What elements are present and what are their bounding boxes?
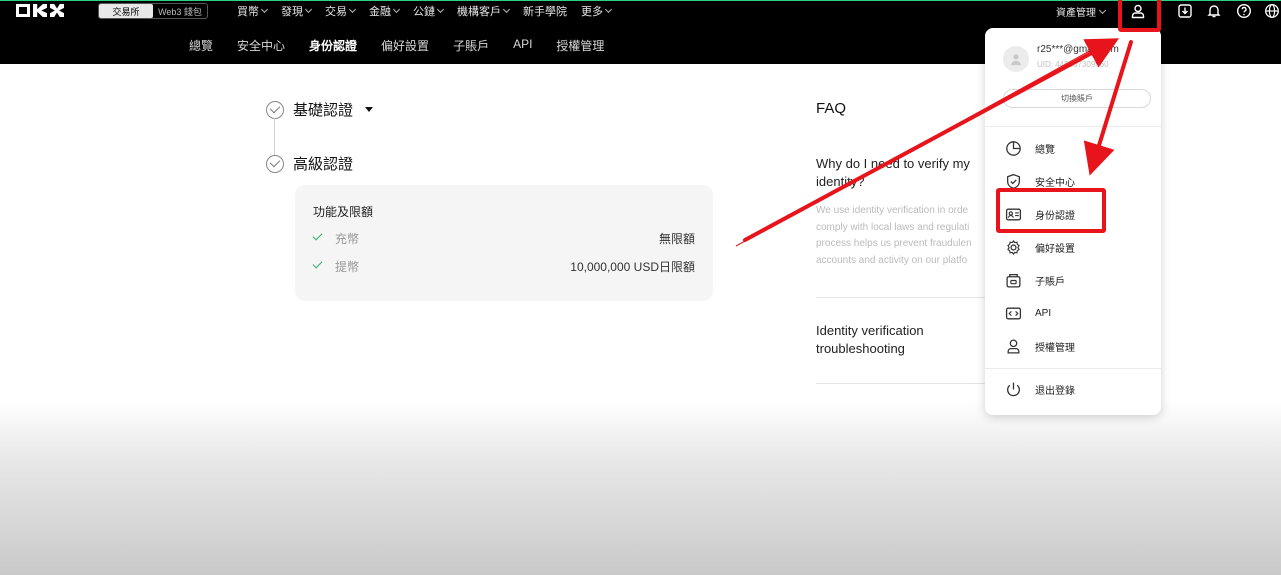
pie-chart-icon	[1006, 140, 1021, 156]
menu-buy-crypto[interactable]: 買幣	[237, 3, 269, 19]
advanced-verification-label: 高級認證	[293, 156, 354, 173]
tab-security-center[interactable]: 安全中心	[237, 37, 285, 54]
menu-academy[interactable]: 新手學院	[523, 3, 567, 19]
chevron-down-icon	[436, 5, 445, 14]
tab-sub-accounts[interactable]: 子賬戶	[453, 37, 489, 54]
asset-management-menu[interactable]: 資產管理	[1056, 4, 1107, 19]
feature-row-withdraw: 提幣 10,000,000 USD日限額	[312, 258, 695, 274]
chevron-down-icon	[260, 5, 269, 14]
faq-answer-why-verify: We use identity verification in orde com…	[816, 205, 972, 266]
faq-divider	[816, 383, 986, 384]
tab-identity-verification[interactable]: 身份認證	[309, 37, 357, 54]
menu-trade[interactable]: 交易	[325, 3, 357, 19]
check-circle-icon	[266, 100, 284, 119]
basic-verification-step[interactable]: 基礎認證	[266, 99, 374, 120]
sub-account-icon	[1006, 273, 1021, 288]
features-limits-card: 功能及限額 充幣 無限額 提幣 10,000,000 USD日限額	[295, 185, 713, 301]
account-tabs: 總覽 安全中心 身份認證 偏好設置 子賬戶 API 授權管理	[189, 37, 604, 54]
exchange-tab[interactable]: 交易所	[99, 4, 153, 18]
globe-icon[interactable]	[1264, 3, 1280, 19]
chevron-down-icon	[1098, 6, 1107, 14]
top-navbar: 交易所 Web3 錢包 買幣 發現 交易 金融 公鏈 機構客戶 新手學院 更多 …	[0, 0, 1281, 20]
dropdown-item-sub-accounts[interactable]: 子賬戶	[1005, 271, 1065, 289]
dropdown-item-authorization[interactable]: 授權管理	[1005, 337, 1075, 355]
account-uid: UID: 445867309560	[1037, 60, 1109, 69]
features-title: 功能及限額	[313, 205, 374, 219]
chevron-down-icon	[502, 5, 511, 14]
faq-question-why-verify[interactable]: Why do I need to verify my identity?	[816, 155, 986, 191]
feature-row-deposit: 充幣 無限額	[312, 230, 695, 246]
basic-verification-label: 基礎認證	[293, 102, 354, 119]
avatar	[1003, 46, 1029, 72]
tab-preferences[interactable]: 偏好設置	[381, 37, 429, 54]
menu-chain[interactable]: 公鏈	[413, 3, 445, 19]
switch-account-button[interactable]: 切換賬戶	[1003, 89, 1151, 108]
bell-icon[interactable]	[1206, 3, 1222, 19]
advanced-verification-step: 高級認證	[266, 153, 353, 174]
menu-more[interactable]: 更多	[581, 3, 613, 19]
tab-overview[interactable]: 總覽	[189, 37, 213, 54]
logo-x	[50, 4, 64, 17]
highlight-box-identity-verification	[996, 188, 1106, 233]
web3-wallet-tab[interactable]: Web3 錢包	[153, 4, 207, 18]
gear-icon	[1007, 239, 1020, 255]
chevron-down-icon	[304, 5, 313, 14]
menu-institutional[interactable]: 機構客戶	[457, 3, 511, 19]
chevron-down-icon	[604, 5, 613, 14]
main-menu: 買幣 發現 交易 金融 公鏈 機構客戶 新手學院 更多	[237, 3, 613, 19]
power-icon	[1007, 382, 1020, 396]
tab-authorization[interactable]: 授權管理	[556, 37, 604, 54]
logo-o	[16, 4, 30, 17]
dropdown-item-preferences[interactable]: 偏好設置	[1005, 238, 1075, 256]
checkmark-icon	[312, 258, 323, 269]
dropdown-item-logout[interactable]: 退出登錄	[1005, 380, 1075, 398]
dropdown-divider	[985, 368, 1161, 369]
chevron-down-icon	[392, 5, 401, 14]
api-icon	[1005, 307, 1022, 319]
download-icon[interactable]	[1177, 3, 1193, 19]
check-circle-icon	[266, 154, 284, 173]
help-icon[interactable]	[1236, 3, 1252, 19]
logo-k	[33, 4, 47, 17]
account-email: r25***@gmail.com	[1037, 44, 1119, 55]
feature-label: 充幣	[335, 232, 360, 246]
feature-value: 10,000,000 USD日限額	[570, 260, 695, 274]
faq-divider	[816, 297, 986, 298]
checkmark-icon	[312, 230, 323, 241]
okx-logo[interactable]	[16, 4, 64, 17]
feature-label: 提幣	[335, 260, 360, 274]
dropdown-divider	[985, 126, 1161, 127]
chevron-down-icon	[348, 5, 357, 14]
feature-value: 無限額	[658, 232, 695, 246]
menu-discover[interactable]: 發現	[281, 3, 313, 19]
shield-icon	[1007, 173, 1020, 189]
tab-api[interactable]: API	[513, 37, 532, 54]
exchange-wallet-switch: 交易所 Web3 錢包	[98, 3, 208, 19]
user-silhouette-icon	[1011, 54, 1021, 66]
highlight-box-user-icon	[1118, 0, 1161, 32]
faq-title: FAQ	[816, 100, 847, 117]
step-connector	[274, 118, 276, 155]
dropdown-item-overview[interactable]: 總覽	[1005, 139, 1055, 157]
dropdown-item-api[interactable]: API	[1005, 304, 1051, 322]
caret-down-icon	[365, 107, 374, 112]
faq-question-troubleshooting[interactable]: Identity verification troubleshooting	[816, 322, 986, 358]
menu-finance[interactable]: 金融	[369, 3, 401, 19]
authorization-icon	[1007, 338, 1020, 354]
